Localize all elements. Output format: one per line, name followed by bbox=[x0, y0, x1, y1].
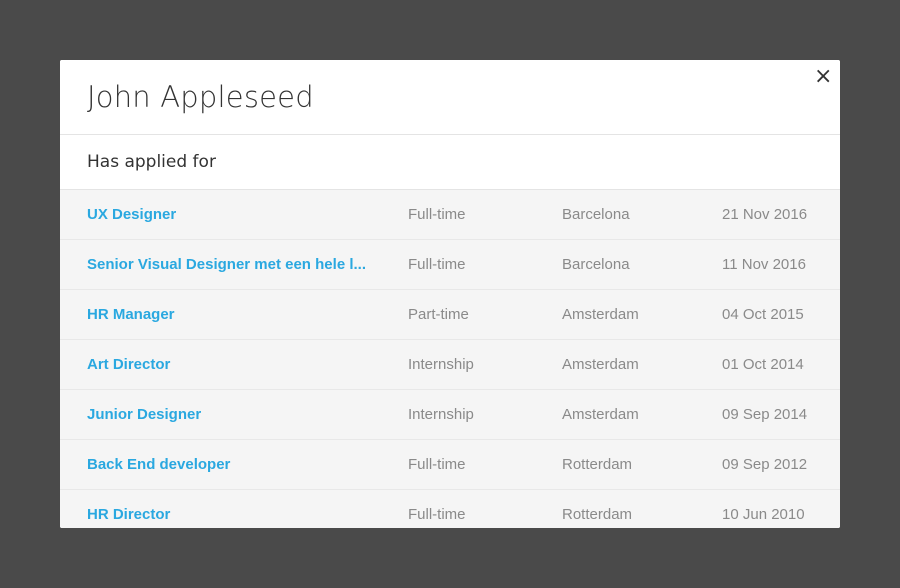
applicant-modal: John Appleseed × Has applied for UX Desi… bbox=[60, 60, 840, 528]
job-title-link[interactable]: HR Manager bbox=[87, 306, 175, 324]
close-icon: × bbox=[814, 64, 833, 89]
section-title: Has applied for bbox=[87, 152, 216, 172]
job-location: Barcelona bbox=[562, 206, 630, 223]
job-date: 10 Jun 2010 bbox=[722, 506, 805, 523]
job-title-link[interactable]: Senior Visual Designer met een hele l... bbox=[87, 256, 366, 274]
job-row: Senior Visual Designer met een hele l...… bbox=[60, 240, 840, 290]
modal-header: John Appleseed × bbox=[60, 60, 840, 135]
job-type: Full-time bbox=[408, 256, 466, 273]
job-date: 04 Oct 2015 bbox=[722, 306, 804, 323]
job-type: Full-time bbox=[408, 206, 466, 223]
job-location: Amsterdam bbox=[562, 306, 639, 323]
job-date: 09 Sep 2012 bbox=[722, 456, 808, 473]
job-type: Internship bbox=[408, 356, 474, 373]
job-date: 09 Sep 2014 bbox=[722, 406, 808, 423]
job-title-link[interactable]: Art Director bbox=[87, 356, 170, 374]
job-type: Full-time bbox=[408, 456, 466, 473]
job-title-link[interactable]: UX Designer bbox=[87, 206, 176, 224]
job-date: 11 Nov 2016 bbox=[722, 256, 806, 273]
job-date: 21 Nov 2016 bbox=[722, 206, 808, 223]
job-location: Barcelona bbox=[562, 256, 630, 273]
job-row: Junior Designer Internship Amsterdam 09 … bbox=[60, 390, 840, 440]
modal-title: John Appleseed bbox=[87, 80, 314, 114]
job-location: Amsterdam bbox=[562, 406, 639, 423]
job-row: HR Manager Part-time Amsterdam 04 Oct 20… bbox=[60, 290, 840, 340]
job-row: Back End developer Full-time Rotterdam 0… bbox=[60, 440, 840, 490]
close-button[interactable]: × bbox=[814, 66, 832, 88]
job-title-link[interactable]: HR Director bbox=[87, 506, 170, 524]
job-type: Internship bbox=[408, 406, 474, 423]
job-title-link[interactable]: Junior Designer bbox=[87, 406, 201, 424]
job-list: UX Designer Full-time Barcelona 21 Nov 2… bbox=[60, 190, 840, 528]
job-location: Amsterdam bbox=[562, 356, 639, 373]
job-date: 01 Oct 2014 bbox=[722, 356, 804, 373]
section-header: Has applied for bbox=[60, 135, 840, 190]
job-type: Part-time bbox=[408, 306, 469, 323]
job-title-link[interactable]: Back End developer bbox=[87, 456, 230, 474]
job-location: Rotterdam bbox=[562, 506, 633, 523]
job-type: Full-time bbox=[408, 506, 466, 523]
job-location: Rotterdam bbox=[562, 456, 633, 473]
job-row: HR Director Full-time Rotterdam 10 Jun 2… bbox=[60, 490, 840, 528]
job-row: Art Director Internship Amsterdam 01 Oct… bbox=[60, 340, 840, 390]
job-row: UX Designer Full-time Barcelona 21 Nov 2… bbox=[60, 190, 840, 240]
